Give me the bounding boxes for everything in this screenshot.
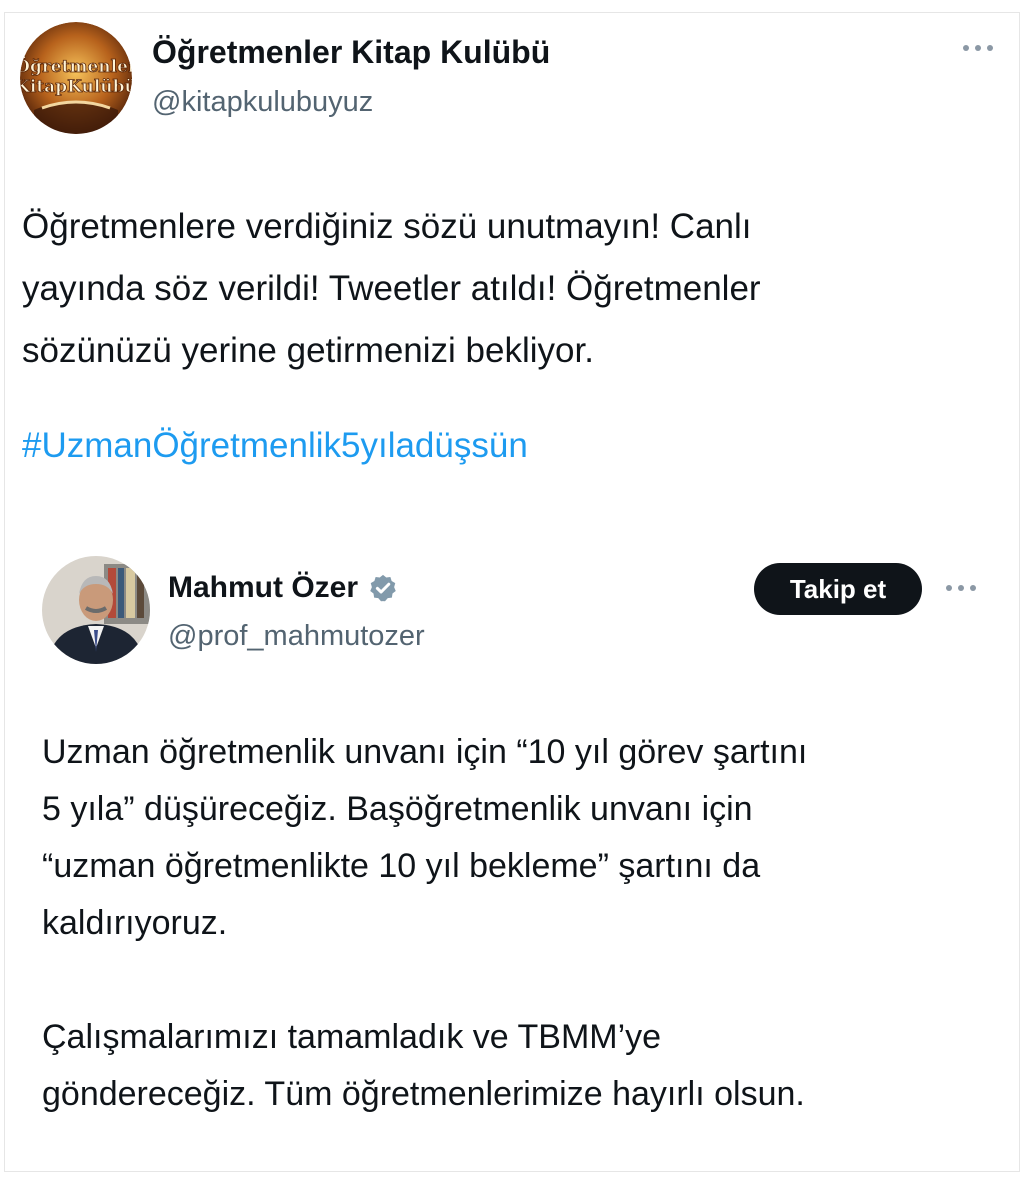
author-handle[interactable]: @kitapkulubuyuz [152, 86, 373, 119]
quoted-text-line: göndereceğiz. Tüm öğretmenlerimize hayır… [42, 1075, 805, 1113]
tweet-text-line: Öğretmenlere verdiğiniz sözü unutmayın! … [22, 207, 752, 246]
svg-text:Öğretmenler: Öğretmenler [20, 56, 132, 77]
tweet-text-line: sözünüzü yerine getirmenizi bekliyor. [22, 331, 594, 370]
quoted-text-line: 5 yıla” düşüreceğiz. Başöğretmenlik unva… [42, 790, 753, 828]
follow-button[interactable]: Takip et [754, 563, 922, 615]
quoted-tweet-text: Uzman öğretmenlik unvanı için “10 yıl gö… [42, 724, 982, 1123]
quoted-text-line: kaldırıyoruz. [42, 904, 228, 942]
tweet-text: Öğretmenlere verdiğiniz sözü unutmayın! … [22, 196, 982, 382]
author-name[interactable]: Öğretmenler Kitap Kulübü [152, 34, 550, 71]
quoted-author-handle[interactable]: @prof_mahmutozer [168, 620, 425, 653]
quoted-author-name[interactable]: Mahmut Özer [168, 571, 358, 605]
svg-text:KitapKulübü: KitapKulübü [20, 77, 132, 97]
quoted-text-line: Çalışmalarımızı tamamladık ve TBMM’ye [42, 1018, 662, 1056]
profile-avatar[interactable] [42, 556, 150, 664]
tweet-text-line: yayında söz verildi! Tweetler atıldı! Öğ… [22, 269, 761, 308]
club-logo-avatar[interactable]: Öğretmenler KitapKulübü [20, 22, 132, 134]
more-horizontal-icon[interactable] [958, 38, 998, 58]
hashtag-link[interactable]: #UzmanÖğretmenlik5yıladüşsün [22, 426, 528, 466]
quoted-text-line: Uzman öğretmenlik unvanı için “10 yıl gö… [42, 733, 808, 771]
quoted-text-line: “uzman öğretmenlikte 10 yıl bekleme” şar… [42, 847, 761, 885]
quoted-author-row: Mahmut Özer [168, 571, 398, 605]
more-horizontal-icon[interactable] [942, 578, 980, 598]
verified-badge-icon [370, 574, 396, 602]
